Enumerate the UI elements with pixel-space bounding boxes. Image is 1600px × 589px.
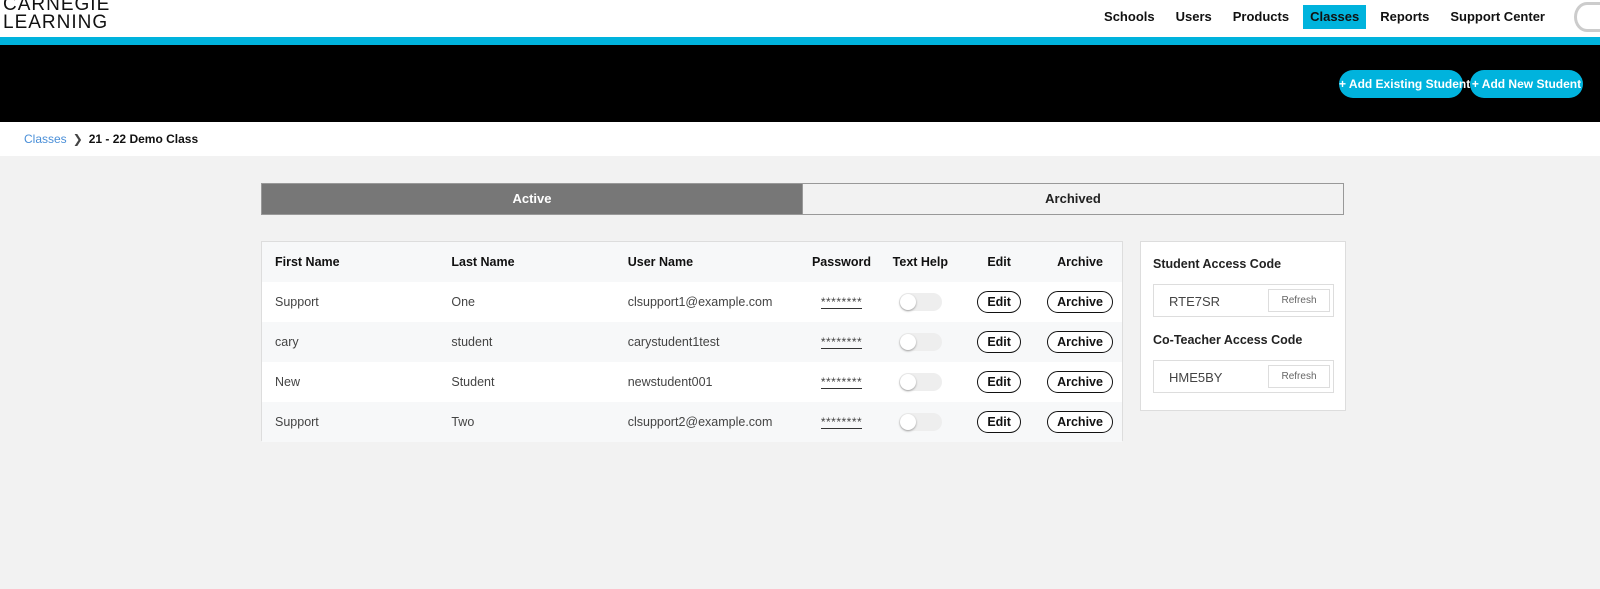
user-name-cell: carystudent1test — [614, 322, 803, 362]
archive-button[interactable]: Archive — [1047, 291, 1113, 313]
col-first-name[interactable]: First Name — [262, 242, 439, 282]
edit-button[interactable]: Edit — [977, 291, 1021, 313]
last-name-cell: One — [451, 295, 475, 309]
edit-button[interactable]: Edit — [977, 331, 1021, 353]
col-password: Password — [802, 242, 881, 282]
edit-button[interactable]: Edit — [977, 411, 1021, 433]
edit-button[interactable]: Edit — [977, 371, 1021, 393]
student-access-code-label: Student Access Code — [1153, 257, 1282, 271]
user-name-cell: clsupport2@example.com — [614, 402, 803, 442]
last-name-cell: student — [438, 322, 615, 362]
add-existing-student-button[interactable]: + Add Existing Student — [1339, 70, 1470, 98]
text-help-toggle[interactable] — [898, 293, 942, 311]
student-access-code-box: RTE7SR Refresh — [1153, 284, 1334, 317]
text-help-toggle[interactable] — [898, 333, 942, 351]
user-avatar-icon[interactable] — [1574, 2, 1600, 32]
col-edit: Edit — [960, 242, 1039, 282]
coteacher-access-code-value: HME5BY — [1169, 370, 1223, 385]
col-archive: Archive — [1038, 242, 1122, 282]
archive-button[interactable]: Archive — [1047, 411, 1113, 433]
top-navbar: CARNEGIE LEARNING Schools Users Products… — [0, 0, 1600, 37]
password-reveal-link[interactable]: ******** — [820, 296, 863, 309]
carnegie-learning-logo[interactable]: CARNEGIE LEARNING — [3, 0, 110, 32]
user-name-cell: newstudent001 — [627, 375, 713, 389]
students-table-card: First Name Last Name User Name Password … — [261, 241, 1123, 442]
first-name-cell: Support — [262, 402, 439, 442]
coteacher-access-code-box: HME5BY Refresh — [1153, 360, 1334, 393]
students-table: First Name Last Name User Name Password … — [262, 242, 1122, 442]
col-user-name[interactable]: User Name — [614, 242, 803, 282]
last-name-cell: Student — [451, 375, 495, 389]
nav-users[interactable]: Users — [1169, 5, 1219, 29]
nav-schools[interactable]: Schools — [1097, 5, 1162, 29]
password-reveal-link[interactable]: ******** — [820, 376, 863, 389]
access-codes-card: Student Access Code RTE7SR Refresh Co-Te… — [1140, 241, 1346, 411]
nav-classes[interactable]: Classes — [1303, 5, 1367, 29]
refresh-student-code-button[interactable]: Refresh — [1268, 289, 1330, 312]
breadcrumb-current: 21 - 22 Demo Class — [88, 132, 199, 146]
text-help-toggle[interactable] — [898, 373, 942, 391]
password-reveal-link[interactable]: ******** — [820, 416, 863, 429]
user-name-cell: clsupport1@example.com — [627, 295, 773, 309]
breadcrumb-classes-link[interactable]: Classes — [24, 132, 67, 146]
password-reveal-link[interactable]: ******** — [820, 336, 863, 349]
nav-products[interactable]: Products — [1226, 5, 1296, 29]
logo-line-2: LEARNING — [3, 12, 109, 33]
tab-active[interactable]: Active — [262, 184, 802, 214]
archive-button[interactable]: Archive — [1047, 371, 1113, 393]
first-name-cell: New — [275, 375, 301, 389]
table-row: Support One clsupport1@example.com *****… — [262, 282, 1122, 322]
text-help-toggle[interactable] — [898, 413, 942, 431]
table-row: New Student newstudent001 ******** Edit … — [262, 362, 1122, 402]
nav-reports[interactable]: Reports — [1373, 5, 1436, 29]
accent-bar — [0, 37, 1600, 45]
coteacher-access-code-label: Co-Teacher Access Code — [1153, 333, 1303, 347]
student-access-code-value: RTE7SR — [1169, 294, 1221, 309]
first-name-cell: Support — [275, 295, 319, 309]
col-last-name[interactable]: Last Name — [438, 242, 615, 282]
archive-button[interactable]: Archive — [1047, 331, 1113, 353]
chevron-right-icon: ❯ — [72, 132, 83, 146]
add-new-student-button[interactable]: + Add New Student — [1470, 70, 1583, 98]
breadcrumb: Classes ❯ 21 - 22 Demo Class — [24, 132, 198, 146]
nav-support-center[interactable]: Support Center — [1443, 5, 1552, 29]
table-header-row: First Name Last Name User Name Password … — [262, 242, 1122, 282]
status-tabs: Active Archived — [261, 183, 1344, 215]
first-name-cell: cary — [262, 322, 439, 362]
table-row: Support Two clsupport2@example.com *****… — [262, 402, 1122, 442]
breadcrumb-bar: Classes ❯ 21 - 22 Demo Class — [0, 122, 1600, 156]
refresh-coteacher-code-button[interactable]: Refresh — [1268, 365, 1330, 388]
col-text-help: Text Help — [880, 242, 961, 282]
last-name-cell: Two — [438, 402, 615, 442]
tab-archived[interactable]: Archived — [802, 184, 1343, 214]
page-header: + Add Existing Student + Add New Student — [0, 45, 1600, 122]
main-nav: Schools Users Products Classes Reports S… — [1090, 5, 1552, 29]
table-row: cary student carystudent1test ******** E… — [262, 322, 1122, 362]
